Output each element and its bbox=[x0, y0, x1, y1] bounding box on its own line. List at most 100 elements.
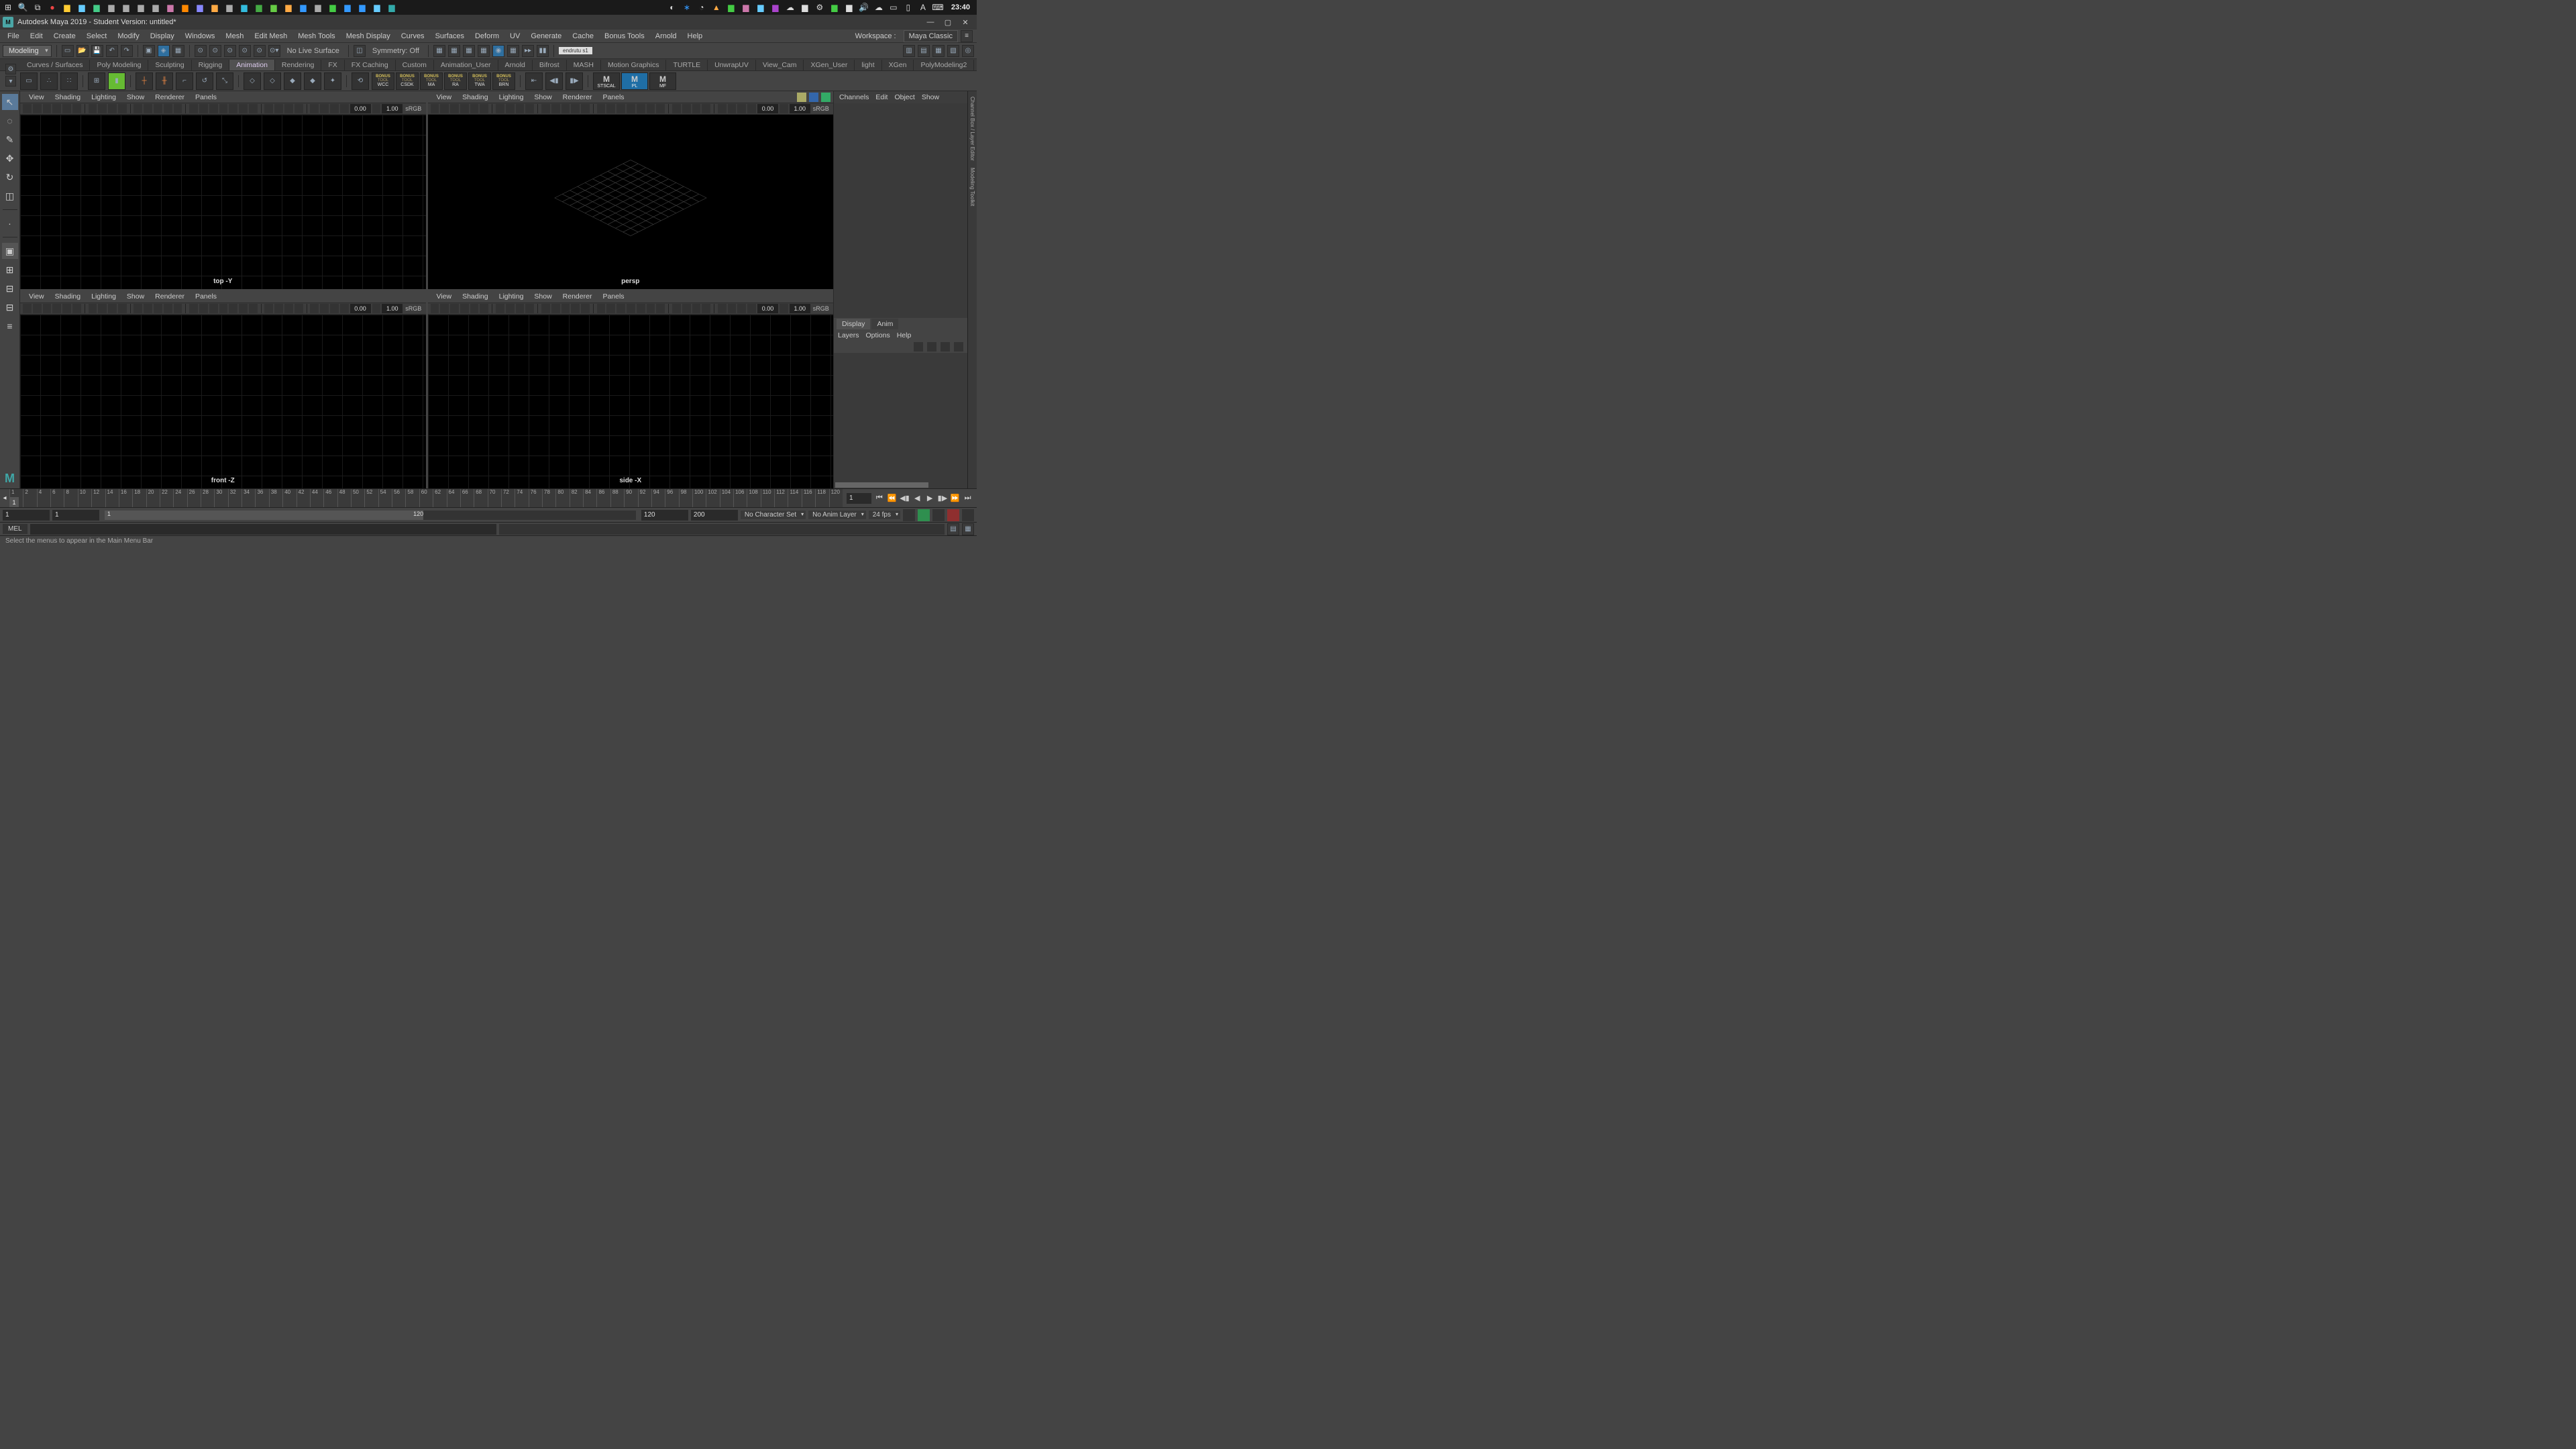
shelf-tab-light[interactable]: light bbox=[855, 60, 881, 70]
cb-menu-edit[interactable]: Edit bbox=[875, 93, 888, 101]
tray-volume-icon[interactable]: 🔊 bbox=[859, 2, 869, 13]
shelf-button[interactable]: ⇤ bbox=[525, 72, 543, 90]
rotate-tool-icon[interactable]: ↻ bbox=[2, 169, 18, 185]
timeline-left-handle[interactable]: ◂ bbox=[0, 489, 9, 507]
vp-tool-icon[interactable] bbox=[229, 304, 237, 313]
layout-four-icon[interactable]: ⊞ bbox=[2, 262, 18, 278]
vp-tool-icon[interactable] bbox=[23, 304, 32, 313]
vp-tool-icon[interactable] bbox=[637, 304, 645, 313]
menu-edit-mesh[interactable]: Edit Mesh bbox=[250, 31, 292, 42]
vp-menu-show[interactable]: Show bbox=[529, 93, 556, 102]
shelf-scale-pl[interactable]: MPL bbox=[621, 72, 648, 90]
tray-icon[interactable]: ▲ bbox=[711, 2, 722, 13]
vp-menu-view[interactable]: View bbox=[24, 93, 49, 102]
vp-gamma-icon[interactable] bbox=[780, 104, 788, 113]
menu-bonus-tools[interactable]: Bonus Tools bbox=[600, 31, 649, 42]
range-start-inner[interactable]: 1 bbox=[52, 510, 99, 521]
vp-gamma-icon[interactable] bbox=[372, 104, 381, 113]
search-icon[interactable]: 🔍 bbox=[17, 2, 28, 13]
vp-colorspace-label[interactable]: sRGB bbox=[404, 105, 423, 112]
tray-icon[interactable]: ☁ bbox=[785, 2, 796, 13]
app-icon[interactable]: ▆ bbox=[209, 2, 220, 13]
vp-colorspace-label[interactable]: sRGB bbox=[812, 105, 830, 112]
app-icon[interactable]: ▆ bbox=[195, 2, 205, 13]
vp-tool-icon[interactable] bbox=[737, 104, 746, 113]
app-icon[interactable]: ▆ bbox=[180, 2, 191, 13]
shelf-button[interactable]: ✦ bbox=[324, 72, 341, 90]
workspace-selector[interactable]: Maya Classic bbox=[904, 30, 958, 42]
vp-tool-icon[interactable] bbox=[199, 304, 208, 313]
layer-tab-anim[interactable]: Anim bbox=[871, 319, 898, 329]
render-sequence-icon[interactable]: ◉ bbox=[492, 45, 504, 57]
vp-tool-icon[interactable] bbox=[431, 304, 439, 313]
shelf-tab-arnold[interactable]: Arnold bbox=[498, 60, 533, 70]
vp-tool-icon[interactable] bbox=[264, 104, 273, 113]
script-editor-icon[interactable]: ▤ bbox=[947, 523, 959, 535]
vp-tool-icon[interactable] bbox=[330, 304, 339, 313]
vp-tool-icon[interactable] bbox=[692, 104, 701, 113]
vp-tool-icon[interactable] bbox=[571, 104, 580, 113]
app-icon[interactable]: ▆ bbox=[150, 2, 161, 13]
app-icon[interactable]: ▆ bbox=[224, 2, 235, 13]
shelf-gear-icon[interactable]: ⚙ bbox=[5, 64, 16, 74]
app-icon[interactable]: ▆ bbox=[165, 2, 176, 13]
shelf-tab-rigging[interactable]: Rigging bbox=[192, 60, 230, 70]
tray-icon[interactable]: ◔ bbox=[696, 2, 707, 13]
go-end-icon[interactable]: ⏭ bbox=[963, 493, 973, 504]
menu-uv[interactable]: UV bbox=[505, 31, 525, 42]
vp-tool-icon[interactable] bbox=[627, 304, 635, 313]
vp-menu-lighting[interactable]: Lighting bbox=[87, 292, 121, 301]
vp-tool-icon[interactable] bbox=[682, 304, 691, 313]
app-icon[interactable]: ▆ bbox=[372, 2, 382, 13]
vp-tool-icon[interactable] bbox=[616, 104, 625, 113]
snap-toggle-icon[interactable]: ⊙▾ bbox=[268, 45, 280, 57]
vp-tool-icon[interactable] bbox=[89, 304, 97, 313]
redo-icon[interactable]: ↷ bbox=[121, 45, 133, 57]
vp-tool-icon[interactable] bbox=[672, 304, 681, 313]
vp-tool-icon[interactable] bbox=[702, 104, 710, 113]
outliner-icon[interactable]: ≡ bbox=[2, 318, 18, 334]
vp-gamma-icon[interactable] bbox=[372, 304, 381, 313]
tray-icon[interactable]: ▆ bbox=[755, 2, 766, 13]
select-component-mode-icon[interactable]: ▦ bbox=[172, 45, 184, 57]
layer-btn-d-icon[interactable] bbox=[954, 342, 963, 352]
app-icon[interactable]: ● bbox=[47, 2, 58, 13]
step-back-key-icon[interactable]: ⏪ bbox=[887, 493, 897, 504]
vp-gamma-field[interactable]: 1.00 bbox=[382, 104, 402, 113]
vp-tool-icon[interactable] bbox=[747, 304, 756, 313]
vp-menu-view[interactable]: View bbox=[24, 292, 49, 301]
vp-tool-icon[interactable] bbox=[728, 104, 737, 113]
vp-tool-icon[interactable] bbox=[199, 104, 208, 113]
vp-tool-icon[interactable] bbox=[682, 104, 691, 113]
vp-menu-shading[interactable]: Shading bbox=[50, 93, 86, 102]
vp-tool-icon[interactable] bbox=[98, 104, 107, 113]
app-icon[interactable]: ▆ bbox=[254, 2, 264, 13]
sidebar-toggle-b-icon[interactable]: ▤ bbox=[918, 45, 930, 57]
ipr-render-icon[interactable]: ▦ bbox=[448, 45, 460, 57]
vp-gamma-field[interactable]: 1.00 bbox=[790, 104, 810, 113]
cb-menu-channels[interactable]: Channels bbox=[839, 93, 869, 101]
play-back-icon[interactable]: ◀ bbox=[912, 493, 922, 504]
menu-mesh[interactable]: Mesh bbox=[221, 31, 248, 42]
range-start-outer[interactable]: 1 bbox=[3, 510, 50, 521]
app-icon[interactable]: ▆ bbox=[313, 2, 323, 13]
snap-point-icon[interactable]: ⊙ bbox=[224, 45, 236, 57]
vp-tool-icon[interactable] bbox=[460, 104, 469, 113]
undo-icon[interactable]: ↶ bbox=[106, 45, 118, 57]
app-icon[interactable]: ▆ bbox=[342, 2, 353, 13]
vp-menu-lighting[interactable]: Lighting bbox=[494, 292, 529, 301]
viewport-canvas[interactable]: persp bbox=[428, 115, 834, 289]
step-fwd-icon[interactable]: ▮▶ bbox=[938, 493, 948, 504]
shelf-button[interactable]: ∴ bbox=[40, 72, 58, 90]
vp-tool-icon[interactable] bbox=[133, 104, 142, 113]
cb-menu-object[interactable]: Object bbox=[894, 93, 914, 101]
shelf-tab-view-cam[interactable]: View_Cam bbox=[756, 60, 804, 70]
shelf-bonus-brn[interactable]: BONUSTOOLBRN bbox=[492, 72, 515, 90]
menu-arnold[interactable]: Arnold bbox=[651, 31, 682, 42]
vp-exposure-field[interactable]: 0.00 bbox=[350, 304, 371, 313]
vp-tool-icon[interactable] bbox=[52, 104, 61, 113]
vp-tool-icon[interactable] bbox=[274, 104, 283, 113]
tray-icon[interactable]: ▆ bbox=[770, 2, 781, 13]
step-fwd-key-icon[interactable]: ⏩ bbox=[950, 493, 960, 504]
tray-ime-icon[interactable]: ⌨ bbox=[932, 2, 943, 13]
